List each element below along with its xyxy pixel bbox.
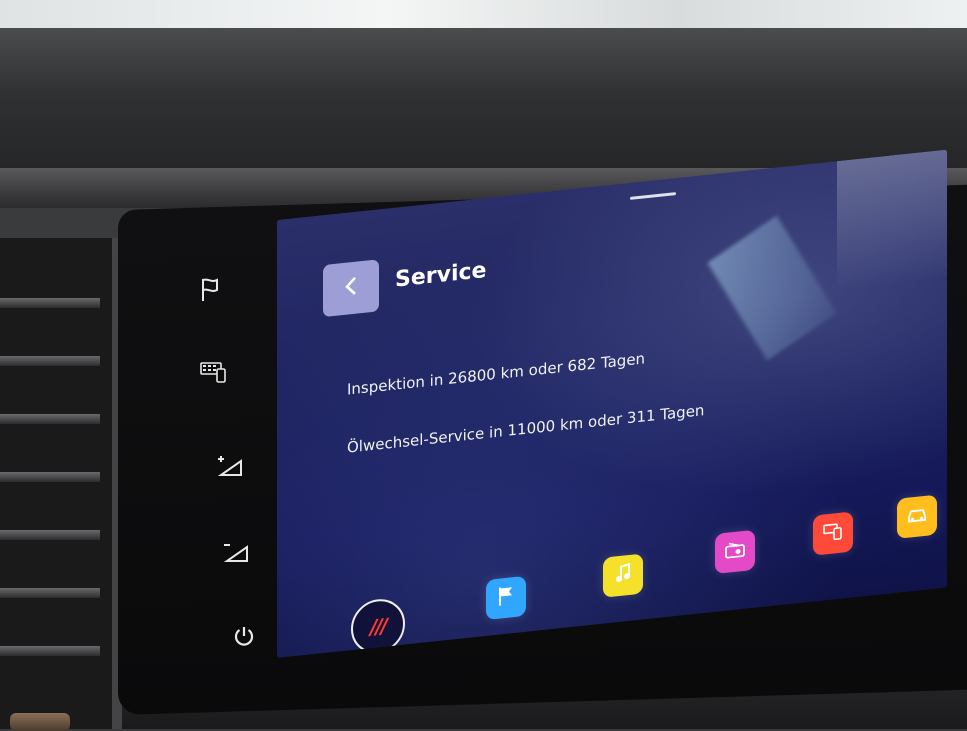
radio-app[interactable] [715,529,755,574]
vent-knob[interactable] [10,713,70,731]
navigation-app[interactable] [486,575,526,621]
navigation-flag-icon[interactable] [192,272,228,308]
media-app[interactable] [603,553,643,598]
radio-icon [725,541,745,563]
vent-slat [0,472,100,482]
car-app[interactable] [897,494,937,539]
power-icon[interactable] [226,618,262,654]
volume-up-icon[interactable] [212,448,248,484]
phone-icon [823,522,843,546]
flag-icon [497,585,515,611]
vent-slat [0,588,100,598]
back-button[interactable] [323,259,379,318]
volume-down-icon[interactable] [218,534,254,570]
chevron-left-icon [343,274,359,302]
phone-keypad-icon[interactable] [196,354,232,390]
vent-slat [0,414,100,424]
vent-slat [0,530,100,540]
music-icon [614,562,632,589]
dashboard-top [0,28,967,178]
pull-down-handle[interactable] [630,192,676,200]
vent-slat [0,298,100,308]
screen-reflection [707,215,837,361]
vent-slat [0,646,100,656]
infotainment-screen: Service Inspektion in 26800 km oder 682 … [277,149,947,658]
car-icon [907,506,927,528]
oil-change-info: Ölwechsel-Service in 11000 km oder 311 T… [347,401,705,457]
page-title: Service [395,257,487,293]
vent-slat [0,356,100,366]
inspection-info: Inspektion in 26800 km oder 682 Tagen [347,349,646,399]
phone-app[interactable] [813,511,853,556]
air-vent [0,238,122,731]
screen-reflection [837,149,947,292]
